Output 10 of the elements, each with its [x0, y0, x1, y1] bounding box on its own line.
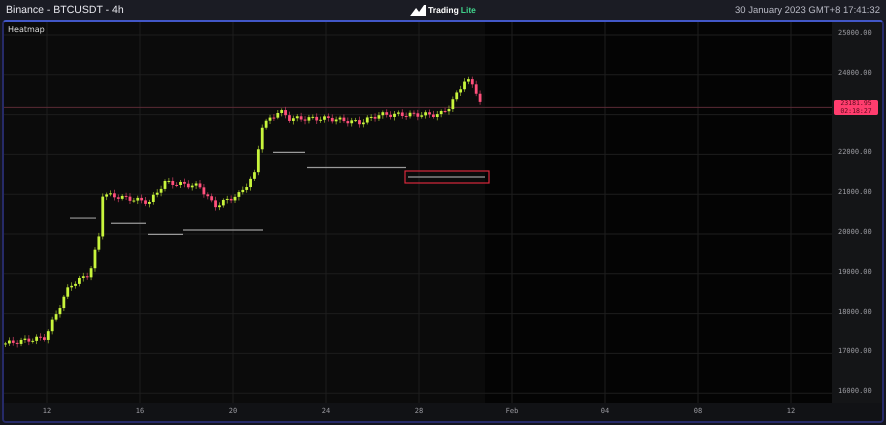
chart-logo-icon — [410, 4, 426, 16]
chart-title: Binance - BTCUSDT - 4h — [6, 4, 124, 16]
level-line — [70, 217, 96, 219]
indicator-label: Heatmap — [8, 25, 45, 34]
level-line — [273, 152, 305, 153]
logo-text: Trading — [428, 5, 459, 15]
date-time: 30 January 2023 GMT+8 17:41:32 — [735, 4, 880, 16]
logo-accent-text: Lite — [460, 5, 476, 15]
level-line — [148, 234, 183, 235]
level-line — [111, 222, 146, 224]
